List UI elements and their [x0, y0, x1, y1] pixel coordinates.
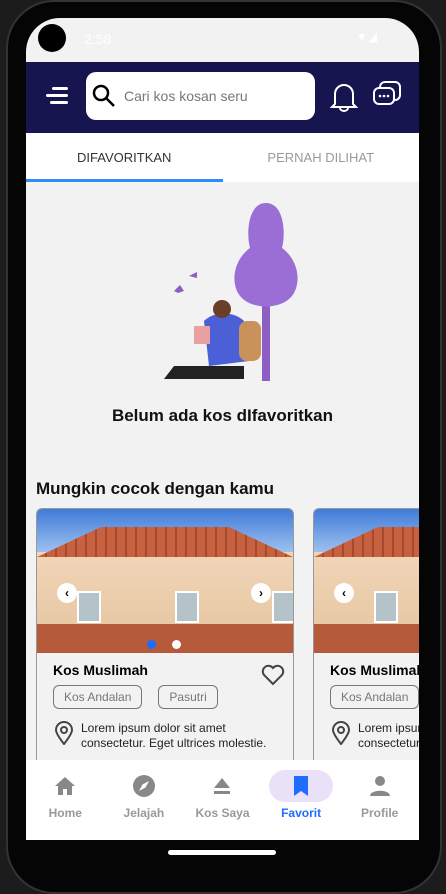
kos-address: Lorem ipsum dolor sit amet consectetur. … [358, 721, 419, 750]
nav-favorit[interactable]: Favorit [262, 760, 341, 840]
image-pager [147, 640, 181, 649]
bookmark-icon [294, 776, 309, 796]
tab-difavoritkan[interactable]: DIFAVORITKAN [26, 133, 223, 182]
eject-icon [214, 778, 231, 794]
nav-label: Favorit [281, 806, 322, 820]
menu-icon[interactable] [46, 87, 68, 108]
tab-pernah-dilihat[interactable]: PERNAH DILIHAT [223, 133, 420, 182]
section-title: Mungkin cocok dengan kamu [36, 479, 275, 498]
search-placeholder: Cari kos kosan seru [124, 88, 248, 104]
nav-kos-saya[interactable]: Kos Saya [183, 760, 262, 840]
kos-card[interactable]: ‹ Kos Muslimah Kos Andalan Lorem ipsum d… [313, 508, 419, 778]
signal-wifi-icon: ▼◢ [355, 30, 377, 44]
chat-icon[interactable] [372, 80, 402, 110]
tag-chip: Kos Andalan [330, 685, 419, 709]
status-time: 2:58 [84, 31, 112, 47]
empty-message: Belum ada kos dIfavoritkan [111, 406, 334, 425]
prev-image-button[interactable]: ‹ [57, 583, 77, 603]
tag-chip: Pasutri [158, 685, 218, 709]
tab-bar: DIFAVORITKAN PERNAH DILIHAT [26, 133, 419, 182]
next-image-button[interactable]: › [251, 583, 271, 603]
app-header: Cari kos kosan seru [26, 62, 419, 133]
empty-illustration [164, 203, 298, 381]
compass-icon [132, 775, 155, 797]
search-input[interactable]: Cari kos kosan seru [86, 72, 315, 120]
home-icon [55, 777, 76, 795]
kos-title: Kos Muslimah [53, 662, 148, 678]
kos-address: Lorem ipsum dolor sit amet consectetur. … [81, 721, 267, 750]
nav-label: Jelajah [123, 806, 165, 820]
nav-label: Kos Saya [195, 806, 250, 820]
bottom-nav: Home Jelajah Kos Saya Favorit Profile [26, 760, 419, 840]
kos-image: ‹ [314, 509, 419, 653]
kos-card[interactable]: ‹ › Kos Muslimah Kos Andalan Pasutri Lor… [36, 508, 294, 778]
location-pin-icon [55, 721, 73, 745]
search-icon [92, 84, 115, 107]
screen: 2:58 ▼◢ Cari kos kosan seru DIFAVORITKAN… [26, 18, 419, 840]
kos-image: ‹ › [37, 509, 293, 653]
status-bar: 2:58 ▼◢ [26, 18, 419, 62]
bell-icon[interactable] [330, 80, 358, 112]
nav-jelajah[interactable]: Jelajah [105, 760, 184, 840]
kos-title: Kos Muslimah [330, 662, 419, 678]
nav-label: Profile [361, 806, 399, 820]
location-pin-icon [332, 721, 350, 745]
camera-icon [38, 24, 66, 52]
tag-chip: Kos Andalan [53, 685, 143, 709]
nav-label: Home [48, 806, 82, 820]
nav-profile[interactable]: Profile [340, 760, 419, 840]
nav-home[interactable]: Home [26, 760, 105, 840]
prev-image-button[interactable]: ‹ [334, 583, 354, 603]
person-icon [369, 776, 390, 796]
home-indicator[interactable] [168, 850, 276, 855]
heart-icon[interactable] [261, 664, 285, 686]
